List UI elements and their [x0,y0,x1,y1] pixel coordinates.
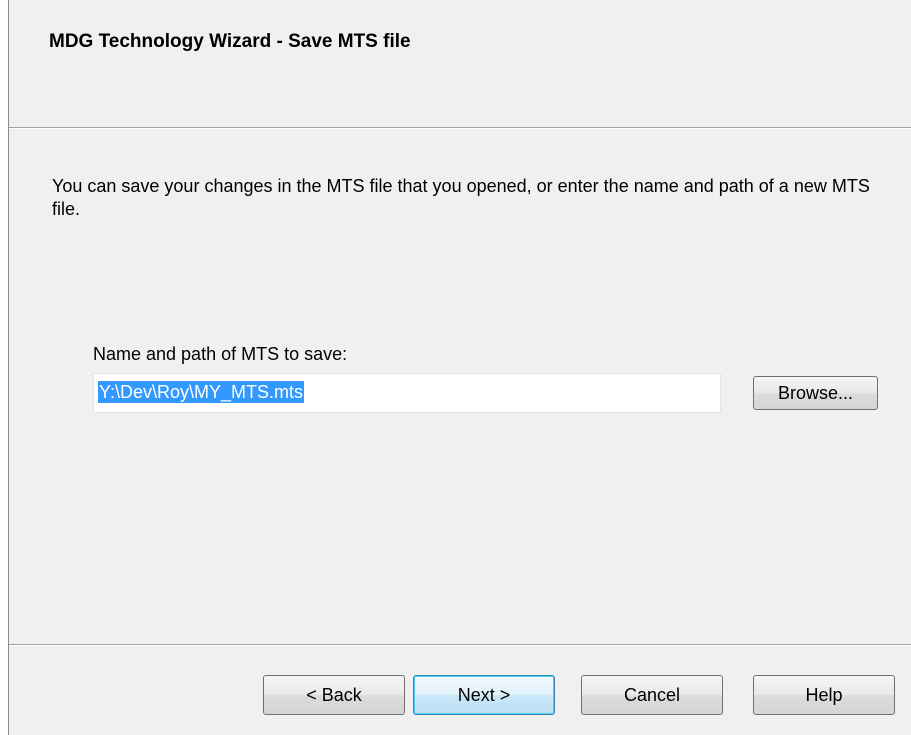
browse-button[interactable]: Browse... [753,376,878,410]
page-title: MDG Technology Wizard - Save MTS file [49,31,411,52]
path-field-label: Name and path of MTS to save: [93,344,348,364]
wizard-header: MDG Technology Wizard - Save MTS file [9,0,911,128]
mts-path-input[interactable]: Y:\Dev\Roy\MY_MTS.mts [93,373,721,413]
footer-divider-highlight [9,645,911,646]
header-divider [9,128,911,129]
help-button[interactable]: Help [753,675,895,715]
description-text: You can save your changes in the MTS fil… [52,176,870,219]
cancel-button[interactable]: Cancel [581,675,723,715]
back-button[interactable]: < Back [263,675,405,715]
wizard-dialog: MDG Technology Wizard - Save MTS file Yo… [8,0,911,735]
selected-path-text[interactable]: Y:\Dev\Roy\MY_MTS.mts [98,381,305,403]
next-button[interactable]: Next > [413,675,555,715]
